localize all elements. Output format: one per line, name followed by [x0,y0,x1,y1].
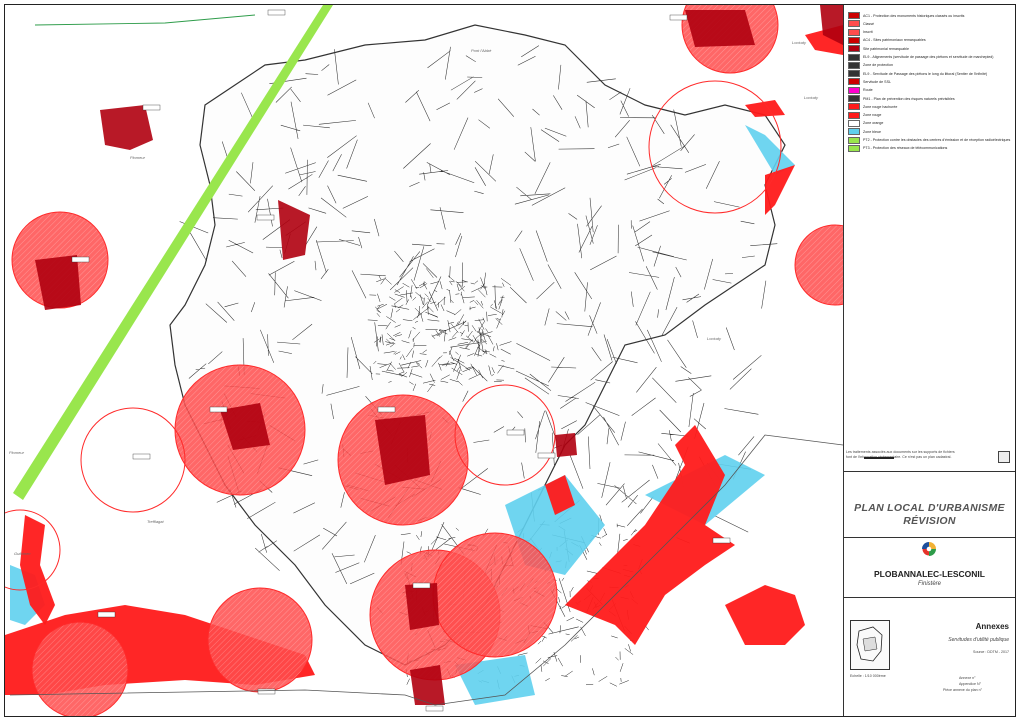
place-label-loctudy-right: Loctudy [804,95,819,100]
annotation-box-4 [377,406,396,413]
place-label-loctudy-mid: Loctudy [707,336,722,341]
legend-swatch [848,111,860,119]
place-label-pont-labbe: Pont l'Abbé [471,48,492,53]
legend-swatch [848,86,860,94]
annotation-box-10 [506,429,525,436]
legend-label: Inscrit [863,30,873,35]
legend-label: Zone bleue [863,129,881,134]
annotation-box-3 [209,406,228,413]
monument-6 [685,10,755,47]
legend-swatch [848,70,860,78]
annex-block: Annexes Servitudes d'utilité publique So… [844,597,1015,716]
protection-circle-5 [31,621,129,716]
place-label-plomeur-left: Plomeur [9,450,24,455]
legend-swatch [848,12,860,19]
title-block: PLAN LOCAL D'URBANISME RÉVISION [844,471,1015,537]
legend-swatch [848,103,860,111]
annotation-box-13 [132,453,151,460]
monument-5 [405,583,439,630]
legend-label: AC4 - Sites patrimoniaux remarquables [863,38,926,43]
commune-border-line [34,14,256,26]
commune-name: PLOBANNALEC-LESCONIL [874,569,985,579]
legend-swatch [848,36,860,44]
protection-circle-4 [432,532,558,658]
legend-and-title-panel: AC1 - Protection des monuments historiqu… [844,5,1015,716]
servitude-map[interactable] [5,5,843,716]
plan-reference: Pièce annexe du plan n° [943,688,983,692]
annotation-box-5 [412,582,431,589]
annotation-box-8 [712,537,731,544]
protection-circle-6 [207,587,313,693]
legend-swatch [848,53,860,61]
legend-label: Zone rouge hachurée [863,104,898,109]
annotation-box-0 [142,104,161,111]
legend-label: EL9 - Alignements (servitude de passage … [863,55,994,59]
legend-swatch [848,20,860,28]
legend-label: Route [863,88,873,93]
locator-map [850,620,890,670]
legend-swatch [848,45,860,53]
legend-label: PT2 - Protection contre les obstacles de… [863,138,1011,142]
annotation-box-14 [425,705,444,712]
annotation-box-11 [669,14,688,21]
protection-circle-7 [794,224,843,306]
legend-label: Servitude de SSL [863,79,891,84]
legend-label: EL9 - Servitude de Passage des piétons l… [863,71,988,76]
legend-label: Zone orange [863,121,884,126]
department-name: Finistère [917,581,941,587]
annotation-box-6 [257,688,276,695]
place-label-loctudy-top: Loctudy [792,40,807,45]
appendix-number: Appendice N° [959,682,982,686]
plan-title: PLAN LOCAL D'URBANISME [854,502,1005,514]
legend: AC1 - Protection des monuments historiqu… [844,5,1015,155]
commune-block: PLOBANNALEC-LESCONIL Finistère [844,537,1015,597]
legend-label: PT3 - Protection des réseaux de télécomm… [863,146,948,151]
north-arrow [998,451,1010,463]
legend-swatch [848,144,860,152]
legend-swatch [848,128,860,136]
annex-number: Annexe n° [959,676,976,680]
monument-7 [555,433,577,457]
monument-0 [100,105,153,150]
legend-swatch [848,78,860,86]
legend-disclaimer: Les traitements associés aux documents s… [846,450,955,459]
scale-bar [864,457,894,459]
map-panel[interactable]: Pont l'Abbé Plomeur Loctudy Loctudy Loct… [5,5,844,716]
annex-title: Annexes [975,622,1009,631]
plan-subtitle: RÉVISION [903,515,956,527]
place-label-plomeur: Plomeur [130,155,145,160]
legend-swatch [848,119,860,127]
legend-label: AC1 - Protection des monuments historiqu… [863,13,965,18]
monument-8 [410,665,445,705]
annotation-box-12 [267,9,286,16]
legend-swatch [848,61,860,69]
annotation-box-9 [537,452,556,459]
legend-label: Zone de protection [863,63,893,68]
annotation-box-2 [71,256,90,263]
place-label-guilvinec: Guilvinec [14,551,31,556]
annex-source: Source : DDTM - 2017 [973,650,1009,654]
legend-label: Classé [863,21,874,26]
place-label-treffiagat: Treffiagat [147,519,164,524]
legend-item-pt3: PT3 - Protection des réseaux de télécomm… [848,144,1014,153]
legend-label: Site patrimonial remarquable [863,46,909,51]
annotation-box-1 [256,214,275,221]
flood-zone-3 [725,585,805,645]
legend-swatch [848,136,860,144]
legend-swatch [848,95,860,102]
legend-label: PM1 - Plan de prévention des risques nat… [863,96,955,101]
commune-logo-icon [918,541,940,557]
protection-ring-1 [80,407,186,513]
scale-text: Echelle : 1/10 000ème [850,674,886,678]
legend-label: Zone rouge [863,113,882,118]
annex-subtitle: Servitudes d'utilité publique [948,637,1009,643]
annotation-box-7 [97,611,116,618]
legend-swatch [848,28,860,36]
